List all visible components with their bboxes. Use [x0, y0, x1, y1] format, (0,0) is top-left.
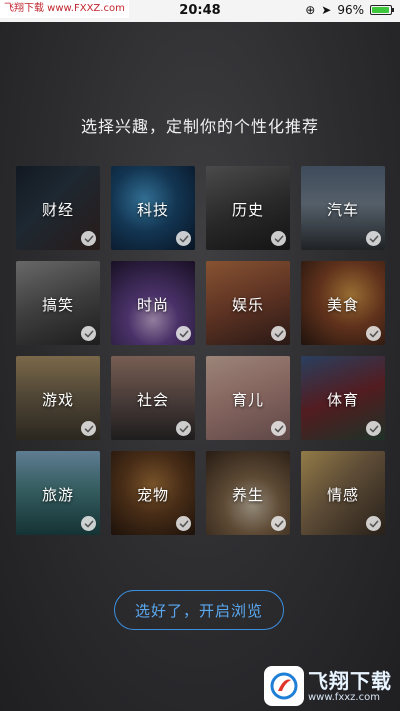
tile-label: 游戏	[41, 391, 74, 409]
location-arrow-icon: ➤	[321, 3, 332, 17]
interest-tile[interactable]: 搞笑	[16, 261, 100, 345]
tile-label: 旅游	[41, 486, 74, 504]
watermark-url: www.fxxz.com	[308, 691, 380, 703]
interest-tile[interactable]: 育儿	[206, 356, 290, 440]
interest-tile[interactable]: 旅游	[16, 451, 100, 535]
interest-tile[interactable]: 汽车	[301, 166, 385, 250]
battery-icon	[370, 5, 394, 15]
interest-tile[interactable]: 美食	[301, 261, 385, 345]
checkmark-icon	[81, 421, 96, 436]
start-browsing-button[interactable]: 选好了，开启浏览	[114, 590, 284, 630]
checkmark-icon	[366, 516, 381, 531]
interest-tile[interactable]: 宠物	[111, 451, 195, 535]
interest-grid: 财经 科技 历史 汽车搞笑 时尚 娱乐 美食游戏 社会 育儿 体育旅游 宠物 养生 情感	[16, 166, 385, 535]
checkmark-icon	[176, 231, 191, 246]
tile-label: 科技	[136, 201, 169, 219]
watermark-bottom: 飞翔下载 www.fxxz.com	[264, 663, 392, 709]
battery-percent: 96%	[337, 3, 364, 17]
tile-label: 社会	[136, 391, 169, 409]
tile-label: 宠物	[136, 486, 169, 504]
tile-label: 搞笑	[41, 296, 74, 314]
interest-tile[interactable]: 养生	[206, 451, 290, 535]
checkmark-icon	[366, 421, 381, 436]
interest-tile[interactable]: 游戏	[16, 356, 100, 440]
interest-tile[interactable]: 娱乐	[206, 261, 290, 345]
checkmark-icon	[271, 421, 286, 436]
checkmark-icon	[176, 326, 191, 341]
checkmark-icon	[81, 326, 96, 341]
fxxz-logo-icon	[264, 666, 304, 706]
checkmark-icon	[271, 326, 286, 341]
checkmark-icon	[176, 421, 191, 436]
tile-label: 财经	[41, 201, 74, 219]
tile-label: 体育	[326, 391, 359, 409]
tile-label: 娱乐	[231, 296, 264, 314]
tile-label: 情感	[326, 486, 359, 504]
interest-tile[interactable]: 社会	[111, 356, 195, 440]
tile-label: 美食	[326, 296, 359, 314]
checkmark-icon	[366, 231, 381, 246]
interest-tile[interactable]: 时尚	[111, 261, 195, 345]
tile-label: 育儿	[231, 391, 264, 409]
checkmark-icon	[176, 516, 191, 531]
page-title: 选择兴趣，定制你的个性化推荐	[80, 117, 319, 136]
status-bar: 飞翔下载 www.FXXZ.com 20:48 ⊕ ➤ 96%	[0, 0, 400, 22]
rotation-lock-icon: ⊕	[305, 3, 316, 17]
checkmark-icon	[81, 516, 96, 531]
watermark-name: 飞翔下载	[308, 668, 392, 693]
tile-label: 养生	[231, 486, 264, 504]
status-right: ⊕ ➤ 96%	[305, 3, 394, 17]
tile-label: 时尚	[136, 296, 169, 314]
checkmark-icon	[271, 516, 286, 531]
interest-tile[interactable]: 科技	[111, 166, 195, 250]
tile-label: 历史	[231, 201, 264, 219]
checkmark-icon	[81, 231, 96, 246]
battery-level-fill	[372, 7, 390, 13]
tile-label: 汽车	[326, 201, 359, 219]
interest-tile[interactable]: 情感	[301, 451, 385, 535]
checkmark-icon	[366, 326, 381, 341]
interest-tile[interactable]: 财经	[16, 166, 100, 250]
checkmark-icon	[271, 231, 286, 246]
interest-tile[interactable]: 历史	[206, 166, 290, 250]
interest-tile[interactable]: 体育	[301, 356, 385, 440]
